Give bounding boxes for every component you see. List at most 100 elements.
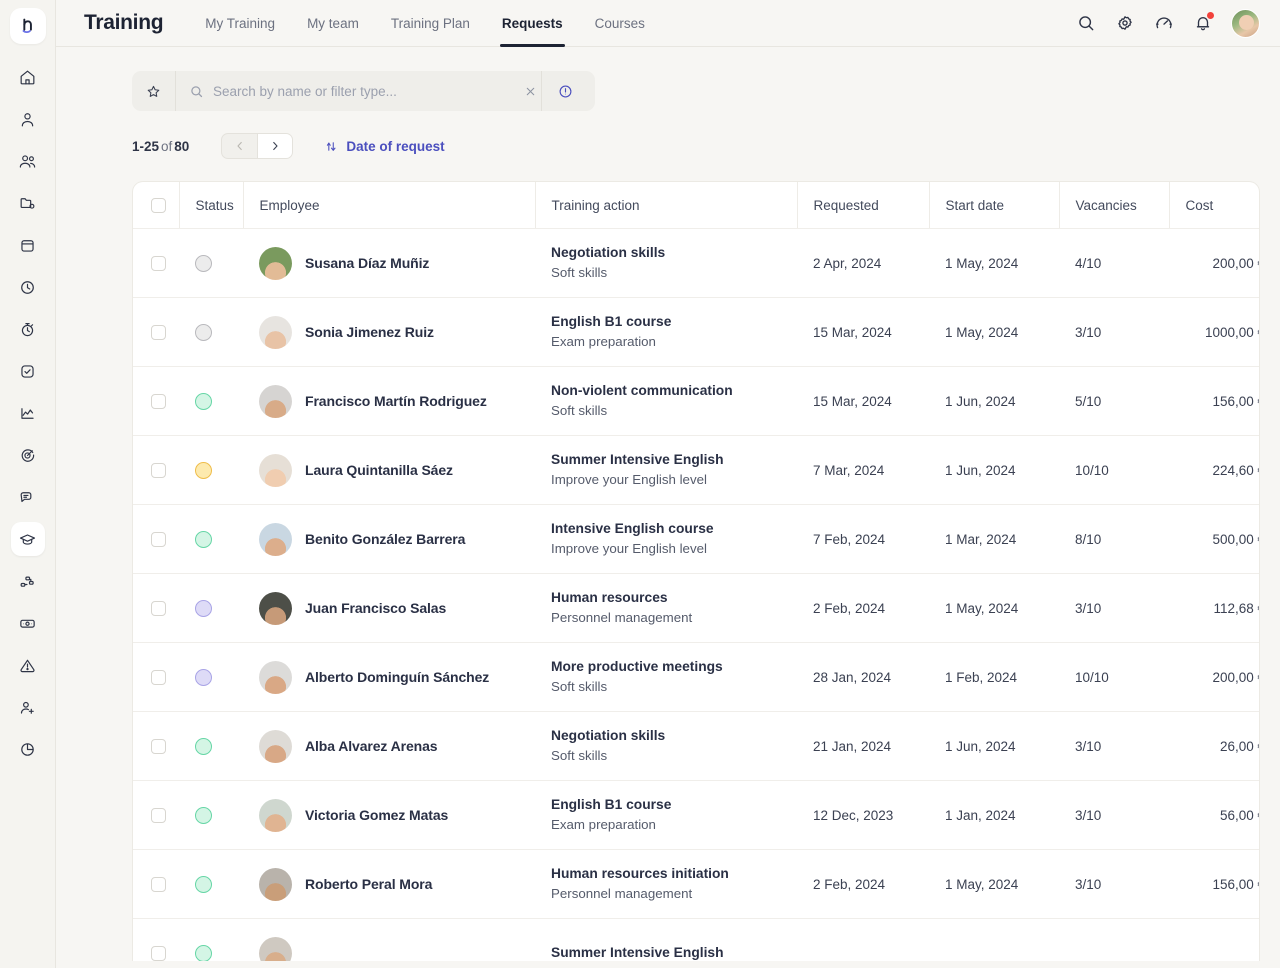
sidebar-item-timetracking[interactable]	[11, 312, 45, 346]
employee-name: Juan Francisco Salas	[305, 600, 447, 616]
row-checkbox[interactable]	[151, 462, 166, 478]
select-all-header	[133, 182, 179, 229]
training-action-category: Improve your English level	[551, 472, 707, 488]
row-employee-cell: Laura Quintanilla Sáez	[243, 435, 535, 505]
sidebar-item-time[interactable]	[11, 270, 45, 304]
table-row[interactable]: Roberto Peral Mora Human resources initia…	[133, 849, 1259, 919]
sidebar-item-recruitment[interactable]	[11, 690, 45, 724]
employee-name: Roberto Peral Mora	[305, 876, 433, 892]
table-header: Status Employee Training action Requeste…	[133, 182, 1259, 229]
sidebar-item-tasks[interactable]	[11, 354, 45, 388]
sidebar-item-analytics[interactable]	[11, 396, 45, 430]
user-avatar[interactable]	[1231, 8, 1260, 38]
row-requested-cell: 2 Feb, 2024	[797, 573, 929, 643]
row-status-cell	[179, 435, 243, 505]
table-row[interactable]: Francisco Martín Rodriguez Non-violent co…	[133, 366, 1259, 436]
tab-courses[interactable]: Courses	[579, 0, 661, 47]
employee-name: Alberto Dominguín Sánchez	[305, 669, 490, 685]
row-employee-cell: Juan Francisco Salas	[243, 573, 535, 643]
row-start-date-cell	[929, 918, 1059, 961]
table-row[interactable]: Summer Intensive English	[133, 918, 1259, 961]
table-row[interactable]: Susana Díaz Muñiz Negotiation skills Soft …	[133, 228, 1259, 298]
favorites-button[interactable]	[132, 71, 176, 111]
table-row[interactable]: Alba Alvarez Arenas Negotiation skills Sof…	[133, 711, 1259, 781]
tab-requests[interactable]: Requests	[486, 0, 579, 47]
row-vacancies-cell: 3/10	[1059, 780, 1169, 850]
money-icon	[20, 619, 35, 628]
row-requested-cell: 2 Apr, 2024	[797, 228, 929, 298]
training-action-category: Soft skills	[551, 679, 608, 695]
sidebar-item-home[interactable]	[11, 60, 45, 94]
table-row[interactable]: Benito González Barrera Intensive English…	[133, 504, 1259, 574]
person-icon	[21, 112, 34, 126]
row-checkbox[interactable]	[151, 531, 166, 547]
app-logo[interactable]	[9, 8, 46, 44]
row-checkbox[interactable]	[151, 945, 166, 961]
chart-line-icon	[21, 407, 34, 419]
search-input[interactable]	[213, 83, 519, 99]
top-header: Training My Training My team Training Pl…	[56, 0, 1280, 47]
row-checkbox[interactable]	[151, 393, 166, 409]
row-employee-cell: Benito González Barrera	[243, 504, 535, 574]
sidebar-item-team[interactable]	[11, 144, 45, 178]
table-row[interactable]: Laura Quintanilla Sáez Summer Intensive E…	[133, 435, 1259, 505]
sidebar-item-training[interactable]	[10, 522, 45, 556]
sort-az-icon	[327, 141, 336, 151]
table-row[interactable]: Victoria Gomez Matas English B1 course Exa…	[133, 780, 1259, 850]
content-area: 1-25of80	[56, 47, 1280, 968]
chevron-left-icon	[237, 141, 242, 151]
next-page-button[interactable]	[257, 134, 293, 158]
prev-page-button[interactable]	[222, 134, 257, 158]
search-icon	[191, 85, 203, 97]
row-checkbox[interactable]	[151, 669, 166, 685]
requests-table-card: Status Employee Training action Requeste…	[132, 181, 1260, 961]
tab-my-team[interactable]: My team	[291, 0, 375, 47]
tab-training-plan[interactable]: Training Plan	[375, 0, 486, 47]
row-cost-cell	[1169, 918, 1259, 961]
select-all-checkbox[interactable]	[151, 198, 166, 213]
performance-button[interactable]	[1153, 13, 1174, 34]
chat-icon	[20, 491, 32, 502]
row-checkbox[interactable]	[151, 876, 166, 892]
table-row[interactable]: Juan Francisco Salas Human resources Perso…	[133, 573, 1259, 643]
search-info-button[interactable]	[541, 71, 589, 111]
table-row[interactable]: Sonia Jimenez Ruiz English B1 course Exam …	[133, 297, 1259, 367]
sidebar-item-incidents[interactable]	[11, 648, 45, 682]
warning-icon	[20, 659, 35, 672]
sidebar-item-feedback[interactable]	[11, 480, 45, 514]
row-checkbox[interactable]	[151, 255, 166, 271]
clear-search-button[interactable]	[519, 80, 541, 102]
sidebar-item-calendar[interactable]	[11, 228, 45, 262]
tab-my-training[interactable]: My Training	[189, 0, 291, 47]
search-button[interactable]	[1075, 13, 1096, 34]
sidebar-item-payroll[interactable]	[11, 606, 45, 640]
training-action-category: Personnel management	[551, 610, 693, 626]
row-checkbox[interactable]	[151, 807, 166, 823]
row-checkbox[interactable]	[151, 324, 166, 340]
row-select-cell	[133, 780, 179, 850]
sidebar-item-goals[interactable]	[11, 438, 45, 472]
avatar	[259, 660, 292, 694]
search-icon	[1078, 16, 1093, 31]
training-action-title: Negotiation skills	[551, 728, 666, 744]
sidebar-item-documents[interactable]	[11, 186, 45, 220]
row-status-cell	[179, 642, 243, 712]
avatar	[259, 522, 292, 556]
sidebar-item-profile[interactable]	[11, 102, 45, 136]
row-cost-cell: 56,00 €	[1169, 780, 1259, 850]
row-vacancies-cell: 8/10	[1059, 504, 1169, 574]
row-checkbox[interactable]	[151, 600, 166, 616]
row-action-cell: More productive meetings Soft skills	[535, 642, 797, 712]
row-employee-cell: Francisco Martín Rodriguez	[243, 366, 535, 436]
settings-button[interactable]	[1114, 13, 1135, 34]
row-vacancies-cell: 10/10	[1059, 642, 1169, 712]
notifications-button[interactable]	[1192, 11, 1214, 34]
row-select-cell	[133, 228, 179, 298]
status-badge	[195, 392, 212, 410]
sort-control[interactable]: Date of request	[323, 139, 445, 154]
row-checkbox[interactable]	[151, 738, 166, 754]
sidebar-item-reports[interactable]	[11, 732, 45, 766]
table-row[interactable]: Alberto Dominguín Sánchez More productive…	[133, 642, 1259, 712]
sidebar-item-workflows[interactable]	[11, 564, 45, 598]
status-badge	[195, 875, 212, 893]
